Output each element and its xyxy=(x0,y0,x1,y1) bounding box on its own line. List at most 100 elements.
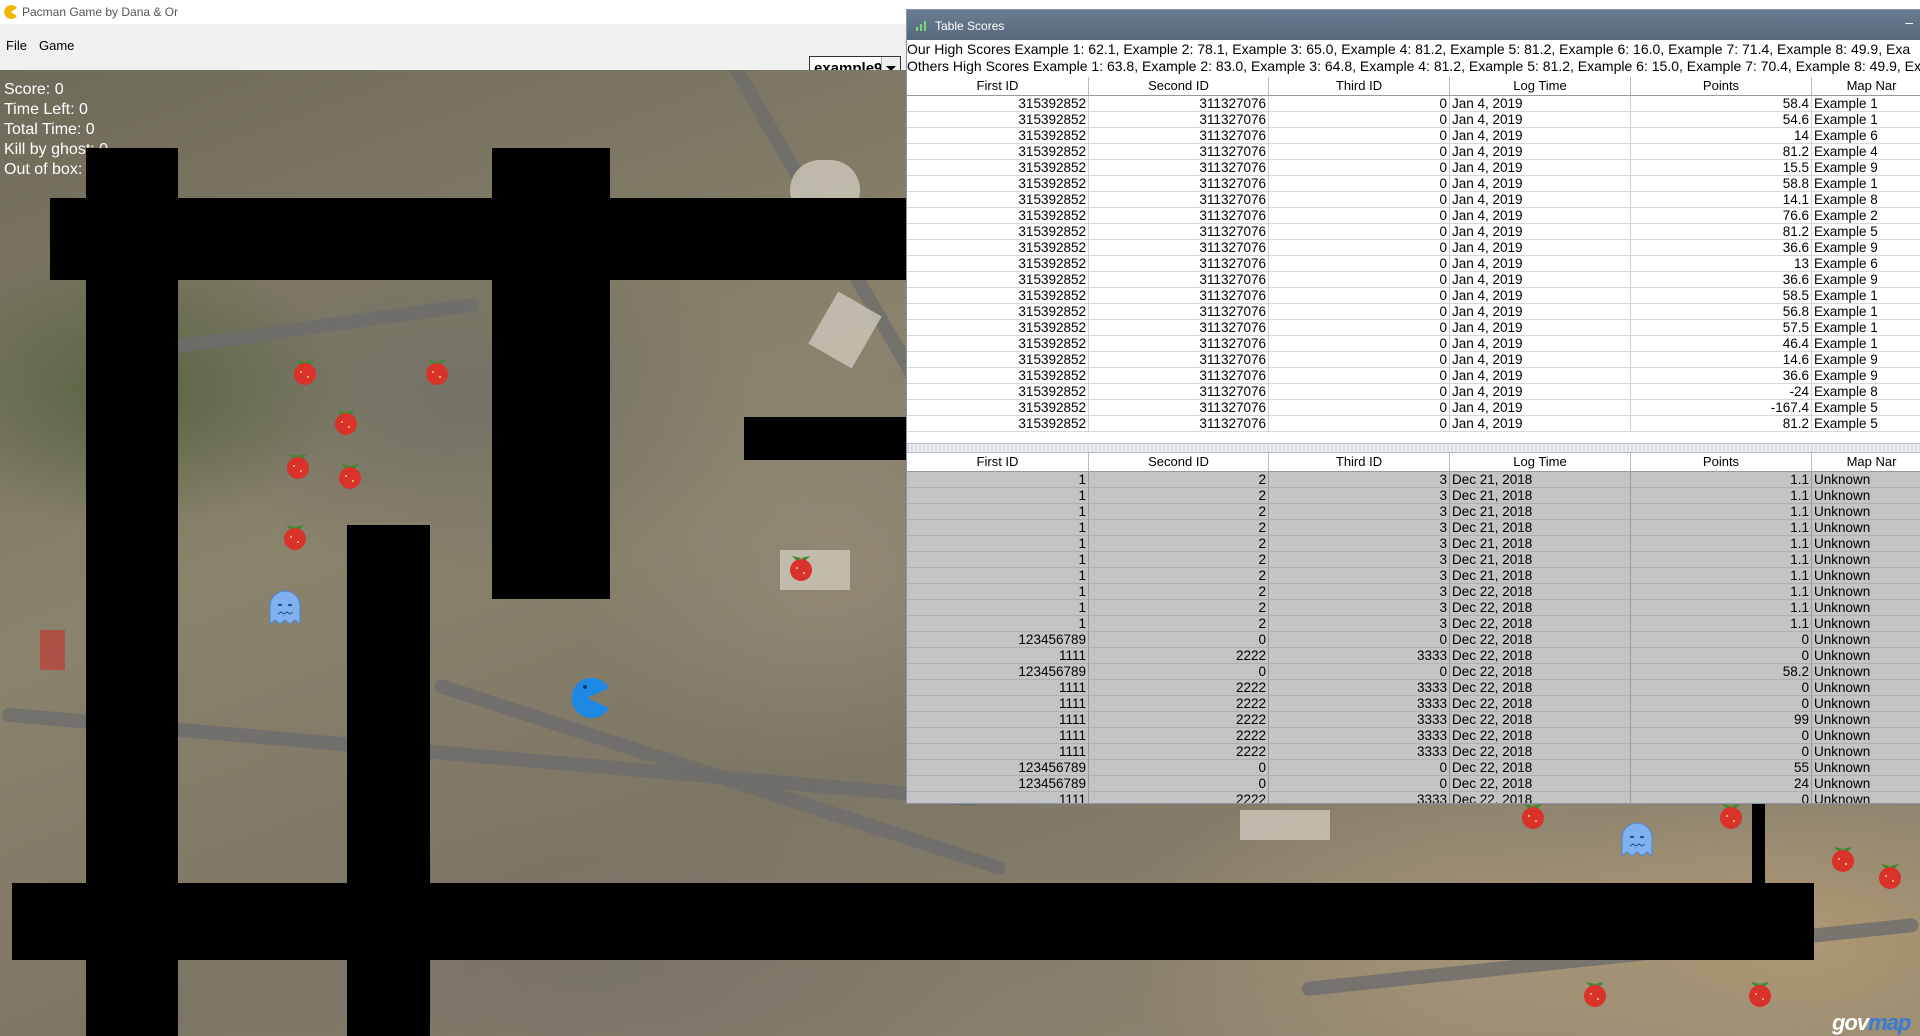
table-row[interactable]: 1 2 3 Dec 21, 2018 1.1 Unknown xyxy=(907,536,1920,552)
table-row[interactable]: 315392852 311327076 0 Jan 4, 2019 -24 Example… xyxy=(907,384,1920,400)
table-row[interactable]: 1111 2222 3333 Dec 22, 2018 0 Unknown xyxy=(907,696,1920,712)
table-row[interactable]: 315392852 311327076 0 Jan 4, 2019 56.8 Exampl… xyxy=(907,304,1920,320)
table-row[interactable]: 315392852 311327076 0 Jan 4, 2019 14.6 Exampl… xyxy=(907,352,1920,368)
table-cell: 36.6 xyxy=(1631,368,1812,384)
table-cell: 315392852 xyxy=(907,368,1089,384)
table-row[interactable]: 315392852 311327076 0 Jan 4, 2019 14 Example … xyxy=(907,128,1920,144)
table-row[interactable]: 1 2 3 Dec 21, 2018 1.1 Unknown xyxy=(907,472,1920,488)
column-header[interactable]: Points xyxy=(1631,77,1812,95)
table-cell: Jan 4, 2019 xyxy=(1450,416,1631,432)
table-split-divider[interactable] xyxy=(907,443,1920,453)
table-row[interactable]: 1 2 3 Dec 21, 2018 1.1 Unknown xyxy=(907,488,1920,504)
strawberry-icon xyxy=(284,525,306,550)
table-row[interactable]: 1 2 3 Dec 21, 2018 1.1 Unknown xyxy=(907,568,1920,584)
table-cell: 0 xyxy=(1631,792,1812,803)
table-row[interactable]: 123456789 0 0 Dec 22, 2018 24 Unknown xyxy=(907,776,1920,792)
table-cell: Jan 4, 2019 xyxy=(1450,400,1631,416)
table-row[interactable]: 315392852 311327076 0 Jan 4, 2019 15.5 Exampl… xyxy=(907,160,1920,176)
table-row[interactable]: 1 2 3 Dec 21, 2018 1.1 Unknown xyxy=(907,520,1920,536)
table-cell: 315392852 xyxy=(907,256,1089,272)
table-scores-window[interactable]: Table Scores – Our High Scores Example 1… xyxy=(906,9,1920,804)
maze-wall xyxy=(492,148,610,599)
strawberry-icon xyxy=(335,410,357,435)
table-cell: 3333 xyxy=(1269,792,1450,803)
table-cell: 0 xyxy=(1269,160,1450,176)
table-row[interactable]: 315392852 311327076 0 Jan 4, 2019 36.6 Exampl… xyxy=(907,368,1920,384)
strawberry-icon xyxy=(1584,982,1606,1007)
table-row[interactable]: 123456789 0 0 Dec 22, 2018 58.2 Unknown xyxy=(907,664,1920,680)
column-header[interactable]: Points xyxy=(1631,453,1812,471)
table-row[interactable]: 1111 2222 3333 Dec 22, 2018 99 Unknown xyxy=(907,712,1920,728)
table-row[interactable]: 123456789 0 0 Dec 22, 2018 55 Unknown xyxy=(907,760,1920,776)
table-row[interactable]: 315392852 311327076 0 Jan 4, 2019 46.4 Exampl… xyxy=(907,336,1920,352)
table-cell: Example 6 xyxy=(1812,256,1920,272)
table-cell: 1.1 xyxy=(1631,616,1812,632)
strawberry-icon xyxy=(294,360,316,385)
column-header[interactable]: First ID xyxy=(907,77,1089,95)
table-cell: Example 2 xyxy=(1812,208,1920,224)
menu-file[interactable]: File xyxy=(6,38,27,53)
table-row[interactable]: 1 2 3 Dec 21, 2018 1.1 Unknown xyxy=(907,504,1920,520)
table-row[interactable]: 123456789 0 0 Dec 22, 2018 0 Unknown xyxy=(907,632,1920,648)
table-row[interactable]: 1 2 3 Dec 22, 2018 1.1 Unknown xyxy=(907,600,1920,616)
table-row[interactable]: 1111 2222 3333 Dec 22, 2018 0 Unknown xyxy=(907,792,1920,803)
table-row[interactable]: 315392852 311327076 0 Jan 4, 2019 14.1 Exampl… xyxy=(907,192,1920,208)
table-row[interactable]: 315392852 311327076 0 Jan 4, 2019 58.4 Exampl… xyxy=(907,96,1920,112)
table-cell: 311327076 xyxy=(1089,416,1269,432)
column-header[interactable]: Second ID xyxy=(1089,453,1269,471)
table-cell: 0 xyxy=(1269,336,1450,352)
table-row[interactable]: 315392852 311327076 0 Jan 4, 2019 57.5 Exampl… xyxy=(907,320,1920,336)
table-row[interactable]: 1 2 3 Dec 22, 2018 1.1 Unknown xyxy=(907,584,1920,600)
table-row[interactable]: 315392852 311327076 0 Jan 4, 2019 36.6 Exampl… xyxy=(907,272,1920,288)
table-row[interactable]: 1111 2222 3333 Dec 22, 2018 0 Unknown xyxy=(907,744,1920,760)
table-cell: 0 xyxy=(1269,272,1450,288)
column-header[interactable]: Map Nar xyxy=(1812,77,1920,95)
strawberry-icon xyxy=(1832,847,1854,872)
column-header[interactable]: Third ID xyxy=(1269,453,1450,471)
minimize-icon[interactable]: – xyxy=(1905,14,1913,30)
table-row[interactable]: 1 2 3 Dec 22, 2018 1.1 Unknown xyxy=(907,616,1920,632)
strawberry-icon xyxy=(790,556,812,581)
menu-game[interactable]: Game xyxy=(39,38,74,53)
table-cell: 2 xyxy=(1089,504,1269,520)
strawberry-icon xyxy=(1720,804,1742,829)
table-row[interactable]: 315392852 311327076 0 Jan 4, 2019 36.6 Exampl… xyxy=(907,240,1920,256)
table-cell: Jan 4, 2019 xyxy=(1450,320,1631,336)
table-row[interactable]: 315392852 311327076 0 Jan 4, 2019 -167.4 Exam… xyxy=(907,400,1920,416)
our-scores-table[interactable]: First ID Second ID Third ID Log Time Points M… xyxy=(907,77,1920,443)
table-cell: 315392852 xyxy=(907,96,1089,112)
table-row[interactable]: 315392852 311327076 0 Jan 4, 2019 54.6 Exampl… xyxy=(907,112,1920,128)
table-row[interactable]: 1 2 3 Dec 21, 2018 1.1 Unknown xyxy=(907,552,1920,568)
table-cell: Unknown xyxy=(1812,600,1920,616)
column-header[interactable]: Second ID xyxy=(1089,77,1269,95)
table-row[interactable]: 315392852 311327076 0 Jan 4, 2019 81.2 Exampl… xyxy=(907,224,1920,240)
column-header[interactable]: Map Nar xyxy=(1812,453,1920,471)
table-cell: 58.8 xyxy=(1631,176,1812,192)
column-header[interactable]: Third ID xyxy=(1269,77,1450,95)
column-header[interactable]: First ID xyxy=(907,453,1089,471)
table-cell: Unknown xyxy=(1812,792,1920,803)
strawberry-icon xyxy=(1879,864,1901,889)
column-header[interactable]: Log Time xyxy=(1450,453,1631,471)
table-cell: Unknown xyxy=(1812,664,1920,680)
table-row[interactable]: 315392852 311327076 0 Jan 4, 2019 81.2 Exampl… xyxy=(907,144,1920,160)
table-cell: Unknown xyxy=(1812,504,1920,520)
maze-wall xyxy=(1752,802,1765,888)
table-row[interactable]: 315392852 311327076 0 Jan 4, 2019 58.5 Exampl… xyxy=(907,288,1920,304)
table-row[interactable]: 1111 2222 3333 Dec 22, 2018 0 Unknown xyxy=(907,680,1920,696)
table-scores-title-bar[interactable]: Table Scores – xyxy=(907,10,1920,40)
table-row[interactable]: 1111 2222 3333 Dec 22, 2018 0 Unknown xyxy=(907,728,1920,744)
table-cell: 81.2 xyxy=(1631,144,1812,160)
table-cell: 1111 xyxy=(907,680,1089,696)
table-cell: 311327076 xyxy=(1089,320,1269,336)
table-row[interactable]: 315392852 311327076 0 Jan 4, 2019 81.2 Exampl… xyxy=(907,416,1920,432)
table-cell: 1 xyxy=(907,536,1089,552)
table-cell: 1111 xyxy=(907,744,1089,760)
table-row[interactable]: 315392852 311327076 0 Jan 4, 2019 76.6 Exampl… xyxy=(907,208,1920,224)
table-row[interactable]: 1111 2222 3333 Dec 22, 2018 0 Unknown xyxy=(907,648,1920,664)
table-cell: 311327076 xyxy=(1089,272,1269,288)
column-header[interactable]: Log Time xyxy=(1450,77,1631,95)
table-row[interactable]: 315392852 311327076 0 Jan 4, 2019 13 Example … xyxy=(907,256,1920,272)
others-scores-table[interactable]: First ID Second ID Third ID Log Time Points M… xyxy=(907,453,1920,803)
table-row[interactable]: 315392852 311327076 0 Jan 4, 2019 58.8 Exampl… xyxy=(907,176,1920,192)
